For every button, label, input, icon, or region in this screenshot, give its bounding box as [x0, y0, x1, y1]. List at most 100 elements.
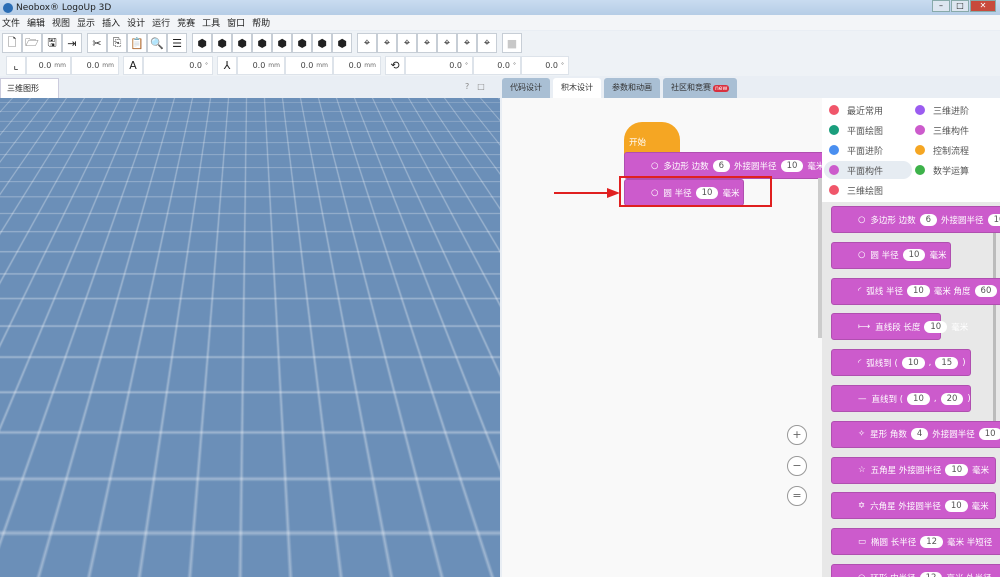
- tab-3[interactable]: 社区和竞赛new: [663, 78, 737, 98]
- cube-left-icon[interactable]: ⬢: [232, 33, 252, 53]
- cube-back-icon[interactable]: ⬢: [212, 33, 232, 53]
- block-text: ): [967, 394, 970, 404]
- pin-icon[interactable]: ⌖: [437, 33, 457, 53]
- zoom-in-button[interactable]: +: [787, 425, 807, 445]
- save-icon[interactable]: 🖫: [42, 33, 62, 53]
- tab-2[interactable]: 参数和动画: [604, 78, 660, 98]
- fit-icon[interactable]: ⌖: [357, 33, 377, 53]
- axis-down-icon[interactable]: ⌖: [397, 33, 417, 53]
- value-input[interactable]: 10: [924, 321, 947, 333]
- value-input[interactable]: 10: [907, 393, 930, 405]
- category-item[interactable]: 控制流程: [910, 141, 974, 159]
- cube-rotate-icon[interactable]: ⌖: [457, 33, 477, 53]
- help-icon[interactable]: ?: [465, 82, 469, 91]
- menu-item[interactable]: 插入: [102, 16, 120, 29]
- copy-icon[interactable]: ⎘: [107, 33, 127, 53]
- zoom-out-button[interactable]: −: [787, 456, 807, 476]
- palette-block[interactable]: ○环形 内半径12毫米 外半径: [831, 564, 1000, 577]
- menu-item[interactable]: 文件: [2, 16, 20, 29]
- category-item[interactable]: 数学运算: [910, 161, 974, 179]
- menu-item[interactable]: 设计: [127, 16, 145, 29]
- open-folder-icon[interactable]: 🗁: [22, 33, 42, 53]
- color-icon[interactable]: ■: [502, 33, 522, 53]
- minimize-button[interactable]: –: [932, 0, 950, 12]
- search-icon[interactable]: 🔍: [147, 33, 167, 53]
- axis-z-field[interactable]: 0.0: [349, 61, 362, 70]
- axis-y-field[interactable]: 0.0: [301, 61, 314, 70]
- pivot-icon[interactable]: ⬢: [332, 33, 352, 53]
- axis-x-field[interactable]: 0.0: [253, 61, 266, 70]
- tab-3d-view[interactable]: 三维图形: [0, 78, 59, 98]
- maximize-panel-icon[interactable]: □: [477, 82, 485, 91]
- reset-zoom-button[interactable]: =: [787, 486, 807, 506]
- value-input[interactable]: 12: [920, 572, 943, 577]
- cube-explode-icon[interactable]: ⬢: [292, 33, 312, 53]
- value-input[interactable]: 15: [935, 357, 958, 369]
- new-file-icon[interactable]: 🗋: [2, 33, 22, 53]
- palette-block[interactable]: ○多边形 边数6外接圆半径10: [831, 206, 1000, 233]
- palette-block[interactable]: ▭椭圆 长半径12毫米 半短径: [831, 528, 1000, 555]
- axis-up-icon[interactable]: ⌖: [377, 33, 397, 53]
- rot-x-field[interactable]: 0.0: [449, 61, 462, 70]
- maximize-button[interactable]: □: [951, 0, 969, 12]
- value-input[interactable]: 6: [920, 214, 937, 226]
- palette-block[interactable]: ✡六角星 外接圆半径10毫米: [831, 492, 996, 519]
- menu-item[interactable]: 帮助: [252, 16, 270, 29]
- indent-icon[interactable]: ☰: [167, 33, 187, 53]
- blocks-workspace[interactable]: 开始 ○多边形 边数6外接圆半径10毫米 ○圆 半径10毫米: [502, 98, 822, 577]
- menu-item[interactable]: 竞赛: [177, 16, 195, 29]
- menu-item[interactable]: 视图: [52, 16, 70, 29]
- palette-block[interactable]: ○圆 半径10毫米: [831, 242, 951, 269]
- pos-y-field[interactable]: 0.0: [87, 61, 100, 70]
- category-item[interactable]: 平面绘图: [824, 121, 888, 139]
- menu-item[interactable]: 运行: [152, 16, 170, 29]
- value-input[interactable]: 10: [945, 500, 968, 512]
- value-input[interactable]: 10: [903, 249, 926, 261]
- cube-right-icon[interactable]: ⬢: [252, 33, 272, 53]
- palette-block[interactable]: ☆五角星 外接圆半径10毫米: [831, 457, 996, 484]
- polygon-block[interactable]: ○多边形 边数6外接圆半径10毫米: [624, 152, 834, 179]
- category-item[interactable]: 平面构件: [824, 161, 912, 179]
- pos-x-field[interactable]: 0.0: [39, 61, 52, 70]
- menu-item[interactable]: 编辑: [27, 16, 45, 29]
- menu-item[interactable]: 显示: [77, 16, 95, 29]
- close-button[interactable]: ✕: [970, 0, 996, 12]
- tab-0[interactable]: 代码设计: [502, 78, 550, 98]
- 3d-viewport[interactable]: [0, 98, 500, 577]
- palette-block[interactable]: ⟼直线段 长度10毫米: [831, 313, 941, 340]
- value-input[interactable]: 10: [988, 214, 1000, 226]
- cut-icon[interactable]: ✂: [87, 33, 107, 53]
- cube-split-icon[interactable]: ⌖: [477, 33, 497, 53]
- rot-y-field[interactable]: 0.0: [497, 61, 510, 70]
- category-item[interactable]: 三维绘图: [824, 181, 888, 199]
- palette-block[interactable]: ✧星形 角数4外接圆半径10: [831, 421, 1000, 448]
- value-input[interactable]: 4: [911, 428, 928, 440]
- value-input[interactable]: 10: [979, 428, 1000, 440]
- paste-icon[interactable]: 📋: [127, 33, 147, 53]
- value-input[interactable]: 60: [975, 285, 998, 297]
- menu-item[interactable]: 工具: [202, 16, 220, 29]
- category-item[interactable]: 三维进阶: [910, 101, 974, 119]
- menu-item[interactable]: 窗口: [227, 16, 245, 29]
- value-input[interactable]: 10: [902, 357, 925, 369]
- category-item[interactable]: 最近常用: [824, 101, 888, 119]
- scale-field[interactable]: 0.0: [189, 61, 202, 70]
- palette-block[interactable]: —直线到 (10,20): [831, 385, 971, 412]
- frame-icon[interactable]: ⬢: [312, 33, 332, 53]
- category-label: 三维进阶: [933, 104, 969, 117]
- category-item[interactable]: 平面进阶: [824, 141, 888, 159]
- import-icon[interactable]: ⇥: [62, 33, 82, 53]
- cube-wire-icon[interactable]: ⬢: [272, 33, 292, 53]
- value-input[interactable]: 20: [941, 393, 964, 405]
- palette-block[interactable]: ◜弧线 半径10毫米 角度60: [831, 278, 1000, 305]
- category-item[interactable]: 三维构件: [910, 121, 974, 139]
- value-input[interactable]: 10: [907, 285, 930, 297]
- rot-z-field[interactable]: 0.0: [545, 61, 558, 70]
- cube-front-icon[interactable]: ⬢: [192, 33, 212, 53]
- palette-block[interactable]: ◜弧线到 (10,15): [831, 349, 971, 376]
- paint-icon[interactable]: ⌖: [417, 33, 437, 53]
- value-input[interactable]: 12: [920, 536, 943, 548]
- palette-scrollbar[interactable]: [993, 232, 996, 432]
- tab-1[interactable]: 积木设计: [553, 78, 601, 98]
- value-input[interactable]: 10: [945, 464, 968, 476]
